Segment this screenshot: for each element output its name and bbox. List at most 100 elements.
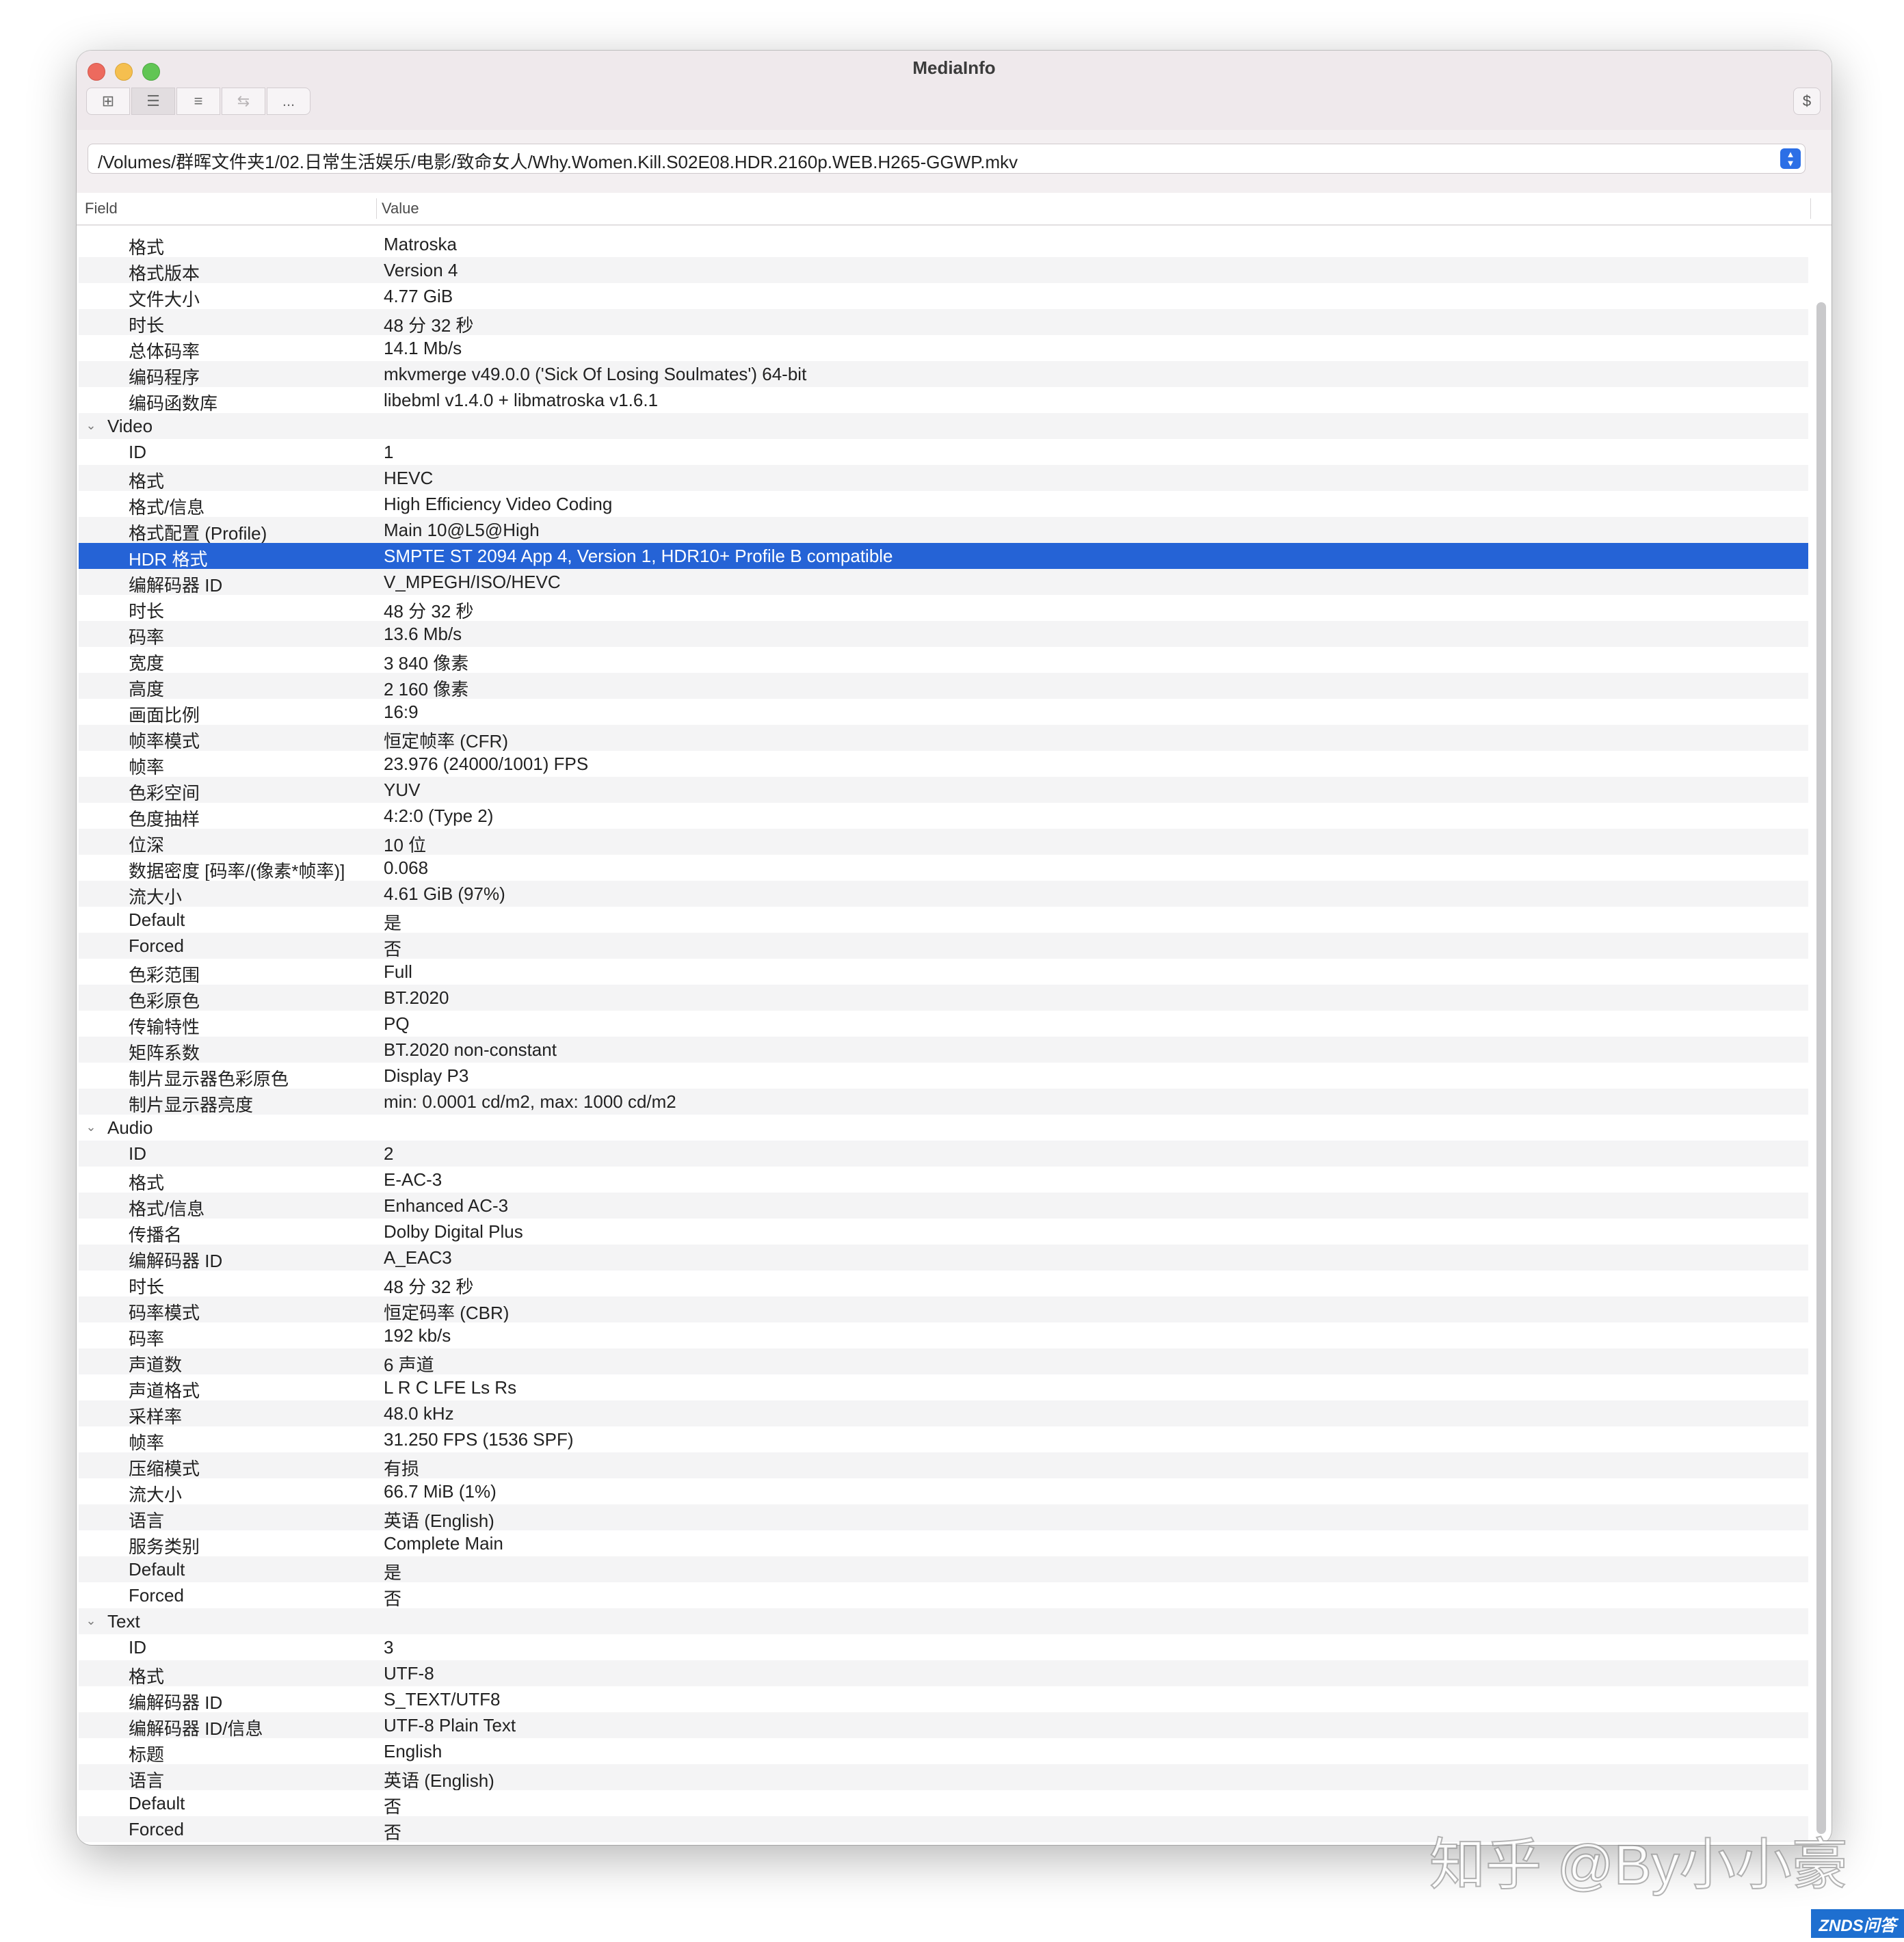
value-cell: 是 [384, 913, 402, 933]
table-row[interactable]: 码率 192 kb/s [79, 1322, 1808, 1349]
table-row[interactable]: 码率 13.6 Mb/s [79, 621, 1808, 648]
table-row[interactable]: 色度抽样 4:2:0 (Type 2) [79, 803, 1808, 829]
table-row[interactable]: 采样率 48.0 kHz [79, 1400, 1808, 1427]
table-row[interactable]: 矩阵系数 BT.2020 non-constant [79, 1037, 1808, 1063]
table-row[interactable]: 位深 10 位 [79, 829, 1808, 855]
table-row[interactable]: Forced 否 [79, 1582, 1808, 1609]
table-row[interactable]: 流大小 66.7 MiB (1%) [79, 1478, 1808, 1505]
table-row[interactable]: 格式/信息 High Efficiency Video Coding [79, 491, 1808, 518]
table-row[interactable]: HDR 格式 SMPTE ST 2094 App 4, Version 1, HD… [79, 543, 1808, 570]
table-row[interactable]: 声道数 6 声道 [79, 1348, 1808, 1375]
info-table: 格式 Matroska 格式版本 Version 4 文件大小 4.77 GiB 时长 48 … [79, 231, 1808, 1845]
table-row[interactable]: 总体码率 14.1 Mb/s [79, 335, 1808, 362]
table-row[interactable]: 标题 English [79, 1738, 1808, 1765]
table-row[interactable]: 传播名 Dolby Digital Plus [79, 1219, 1808, 1245]
table-row[interactable]: 码率模式 恒定码率 (CBR) [79, 1296, 1808, 1323]
table-row[interactable]: 格式/信息 Enhanced AC-3 [79, 1193, 1808, 1219]
field-column-header[interactable]: Field [85, 200, 118, 217]
table-row[interactable]: 编码函数库 libebml v1.4.0 + libmatroska v1.6.1 [79, 387, 1808, 414]
table-row[interactable]: 数据密度 [码率/(像素*帧率)] 0.068 [79, 855, 1808, 881]
tree-view-button[interactable]: ☰ [131, 88, 175, 115]
table-row[interactable]: 格式配置 (Profile) Main 10@L5@High [79, 517, 1808, 544]
section-label: Text [107, 1611, 140, 1632]
compare-button[interactable]: ⇆ [222, 88, 265, 115]
table-row[interactable]: 格式 Matroska [79, 231, 1808, 258]
table-row[interactable]: 色彩范围 Full [79, 959, 1808, 985]
section-row[interactable]: ⌄ Text [79, 1608, 1808, 1634]
field-cell: 帧率 [129, 757, 165, 777]
table-row[interactable]: 编解码器 ID/信息 UTF-8 Plain Text [79, 1712, 1808, 1739]
table-row[interactable]: 时长 48 分 32 秒 [79, 1271, 1808, 1297]
value-cell: Version 4 [384, 260, 458, 280]
table-row[interactable]: Default 是 [79, 1556, 1808, 1583]
table-row[interactable]: 压缩模式 有损 [79, 1452, 1808, 1479]
table-row[interactable]: 帧率 31.250 FPS (1536 SPF) [79, 1426, 1808, 1453]
table-row[interactable]: 高度 2 160 像素 [79, 673, 1808, 700]
vertical-scrollbar[interactable] [1814, 227, 1829, 1841]
table-row[interactable]: 声道格式 L R C LFE Ls Rs [79, 1374, 1808, 1401]
value-cell: UTF-8 Plain Text [384, 1715, 516, 1735]
table-row[interactable]: 格式 UTF-8 [79, 1660, 1808, 1687]
table-row[interactable]: 格式 E-AC-3 [79, 1167, 1808, 1193]
table-row[interactable]: 帧率模式 恒定帧率 (CFR) [79, 725, 1808, 751]
grid-view-button[interactable]: ⊞ [86, 88, 130, 115]
table-row[interactable]: ID 3 [79, 1634, 1808, 1660]
table-row[interactable]: 制片显示器色彩原色 Display P3 [79, 1063, 1808, 1089]
field-cell: 传输特性 [129, 1017, 200, 1037]
chevron-down-icon[interactable]: ⌄ [84, 1614, 98, 1627]
value-column-header[interactable]: Value [382, 200, 419, 217]
table-row[interactable]: 文件大小 4.77 GiB [79, 283, 1808, 310]
title-bar: MediaInfo ⊞ ☰ ≡ ⇆ ... $ [77, 51, 1832, 131]
value-cell: mkvmerge v49.0.0 ('Sick Of Losing Soulma… [384, 364, 807, 384]
field-cell: 总体码率 [129, 341, 200, 362]
chevron-down-icon[interactable]: ⌄ [84, 418, 98, 432]
field-cell: ID [129, 1143, 146, 1164]
table-row[interactable]: 格式版本 Version 4 [79, 257, 1808, 284]
field-cell: 时长 [129, 601, 165, 622]
table-row[interactable]: 编解码器 ID S_TEXT/UTF8 [79, 1686, 1808, 1713]
more-button[interactable]: ... [267, 88, 310, 115]
table-row[interactable]: 制片显示器亮度 min: 0.0001 cd/m2, max: 1000 cd/m… [79, 1089, 1808, 1115]
table-row[interactable]: Default 是 [79, 907, 1808, 933]
table-row[interactable]: 编解码器 ID V_MPEGH/ISO/HEVC [79, 569, 1808, 596]
table-row[interactable]: 服务类别 Complete Main [79, 1530, 1808, 1557]
field-cell: 格式/信息 [129, 1199, 205, 1219]
value-cell: 3 840 像素 [384, 653, 469, 674]
scrollbar-thumb[interactable] [1816, 302, 1826, 1834]
field-cell: 格式配置 (Profile) [129, 523, 267, 544]
table-row[interactable]: 流大小 4.61 GiB (97%) [79, 881, 1808, 907]
table-row[interactable]: Forced 否 [79, 933, 1808, 959]
field-cell: HDR 格式 [129, 549, 208, 570]
file-path-select[interactable]: /Volumes/群晖文件夹1/02.日常生活娱乐/电影/致命女人/Why.Wo… [88, 144, 1806, 174]
section-row[interactable]: ⌄ Audio [79, 1115, 1808, 1141]
table-row[interactable]: 语言 英语 (English) [79, 1764, 1808, 1791]
section-label: Audio [107, 1117, 153, 1138]
table-row[interactable]: 画面比例 16:9 [79, 699, 1808, 726]
section-row[interactable]: ⌄ Video [79, 413, 1808, 439]
chevron-down-icon[interactable]: ⌄ [84, 1120, 98, 1134]
table-row[interactable]: 帧率 23.976 (24000/1001) FPS [79, 751, 1808, 777]
table-row[interactable]: ID 2 [79, 1141, 1808, 1167]
field-cell: 编解码器 ID [129, 1692, 223, 1713]
table-row[interactable]: 传输特性 PQ [79, 1011, 1808, 1037]
table-row[interactable]: 时长 48 分 32 秒 [79, 309, 1808, 336]
table-row[interactable]: 编解码器 ID A_EAC3 [79, 1245, 1808, 1271]
text-view-button[interactable]: ≡ [176, 88, 220, 115]
table-row[interactable]: 色彩空间 YUV [79, 777, 1808, 803]
table-row[interactable]: 时长 48 分 32 秒 [79, 595, 1808, 622]
table-row[interactable]: 编码程序 mkvmerge v49.0.0 ('Sick Of Losing So… [79, 361, 1808, 388]
value-cell: Display P3 [384, 1065, 469, 1086]
value-cell: 1 [384, 442, 394, 462]
dollar-button[interactable]: $ [1793, 88, 1821, 115]
value-cell: UTF-8 [384, 1663, 434, 1684]
value-cell: 0.068 [384, 857, 429, 878]
table-row[interactable]: ID 1 [79, 439, 1808, 465]
table-row[interactable]: 格式 HEVC [79, 465, 1808, 492]
table-row[interactable]: 语言 英语 (English) [79, 1504, 1808, 1531]
value-cell: S_TEXT/UTF8 [384, 1689, 501, 1710]
field-cell: 时长 [129, 315, 165, 336]
value-cell: 23.976 (24000/1001) FPS [384, 754, 589, 774]
table-row[interactable]: 色彩原色 BT.2020 [79, 985, 1808, 1011]
table-row[interactable]: 宽度 3 840 像素 [79, 647, 1808, 674]
table-row[interactable]: Default 否 [79, 1790, 1808, 1817]
